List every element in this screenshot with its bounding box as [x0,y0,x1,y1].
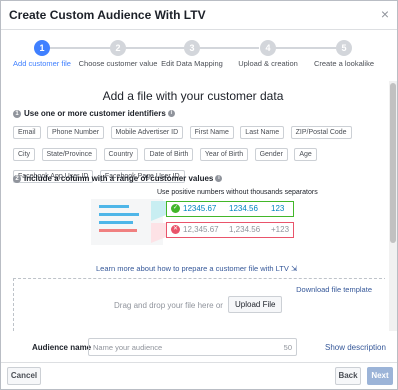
step-4-number: 4 [260,40,276,56]
step-4-label: Upload & creation [238,59,298,68]
step-1-number[interactable]: 1 [34,40,50,56]
identifier-chip: Email [13,126,41,139]
sheet-line [99,213,139,216]
audience-name-input[interactable]: Name your audience 50 [88,338,297,356]
step-5-number: 5 [336,40,352,56]
sheet-line [99,221,133,224]
scrollbar-thumb[interactable] [390,83,396,243]
bad-value: 12,345.67 [183,225,219,234]
upload-file-button[interactable]: Upload File [228,296,283,313]
check-icon: ✓ [171,204,180,213]
identifier-chip: Country [103,148,139,161]
value-hint: Use positive numbers without thousands s… [157,189,318,196]
identifier-chip: Phone Number [46,126,105,139]
external-link-icon: ⇲ [290,264,298,273]
progress-steps: 1 Add customer file 2 Choose customer va… [1,37,397,73]
identifier-chip: Mobile Advertiser ID [110,126,184,139]
dialog-title: Create Custom Audience With LTV [9,8,206,22]
step-connector [197,47,259,49]
identifier-chip: State/Province [41,148,98,161]
x-icon: ✕ [171,225,180,234]
create-audience-dialog: Create Custom Audience With LTV × 1 Add … [0,0,398,390]
bad-value: 1,234.56 [229,225,261,234]
info-icon[interactable]: i [167,110,175,118]
step-connector [49,47,115,49]
identifier-chip: First Name [189,126,234,139]
section-values-title: 2 Include a column with a range of custom… [13,174,223,183]
section-identifiers-label: Use one or more customer identifiers [24,109,166,118]
identifier-chip: ZIP/Postal Code [290,126,352,139]
show-description-link[interactable]: Show description [325,343,386,352]
dialog-footer: Cancel Back Next [1,362,397,389]
good-highlight [151,201,166,221]
section-number: 1 [13,109,21,118]
identifier-chip: Date of Birth [144,148,194,161]
next-button[interactable]: Next [367,367,393,385]
spreadsheet-illustration [91,199,166,245]
step-2-number: 2 [110,40,126,56]
identifier-chip: Gender [254,148,288,161]
file-dropzone[interactable]: Download file template Drag and drop you… [13,278,385,331]
step-3-number: 3 [184,40,200,56]
section-values-label: Include a column with a range of custome… [24,174,214,183]
step-connector [269,47,337,49]
page-heading: Add a file with your customer data [102,89,284,103]
close-icon[interactable]: × [381,6,389,22]
character-counter: 50 [283,343,292,352]
step-3-label: Edit Data Mapping [161,59,223,68]
audience-name-row: Audience name Name your audience 50 Show… [1,336,397,360]
audience-name-placeholder: Name your audience [93,343,163,352]
learn-more-link[interactable]: Learn more about how to prepare a custom… [96,264,297,273]
bad-value-row: ✕ 12,345.67 1,234.56 +123 [166,222,294,238]
info-icon[interactable]: i [215,175,223,183]
identifier-chip: City [13,148,36,161]
dialog-titlebar: Create Custom Audience With LTV × [1,1,397,30]
cancel-button[interactable]: Cancel [7,367,41,385]
learn-more-label: Learn more about how to prepare a custom… [96,264,289,273]
sheet-line [99,205,129,208]
good-value: 12345.67 [183,204,217,213]
bad-highlight [151,223,166,243]
identifier-chip: Last Name [240,126,285,139]
sheet-line [99,229,137,232]
step-5-label: Create a lookalike [313,59,375,68]
audience-name-label: Audience name [32,343,92,352]
good-value: 123 [271,204,285,213]
identifier-chip: Age [294,148,317,161]
good-value: 1234.56 [229,204,258,213]
section-identifiers-title: 1 Use one or more customer identifiers i [13,109,175,118]
good-value-row: ✓ 12345.67 1234.56 123 [166,201,294,217]
drop-text: Drag and drop your file here or [114,301,223,310]
section-number: 2 [13,174,21,183]
download-template-link[interactable]: Download file template [296,285,372,294]
step-2-label: Choose customer value [78,59,158,68]
back-button[interactable]: Back [335,367,361,385]
identifier-chip: Year of Birth [199,148,249,161]
step-1-label[interactable]: Add customer file [13,59,71,68]
step-connector [125,47,187,49]
main-content: Add a file with your customer data 1 Use … [1,81,385,331]
bad-value: +123 [271,225,290,234]
